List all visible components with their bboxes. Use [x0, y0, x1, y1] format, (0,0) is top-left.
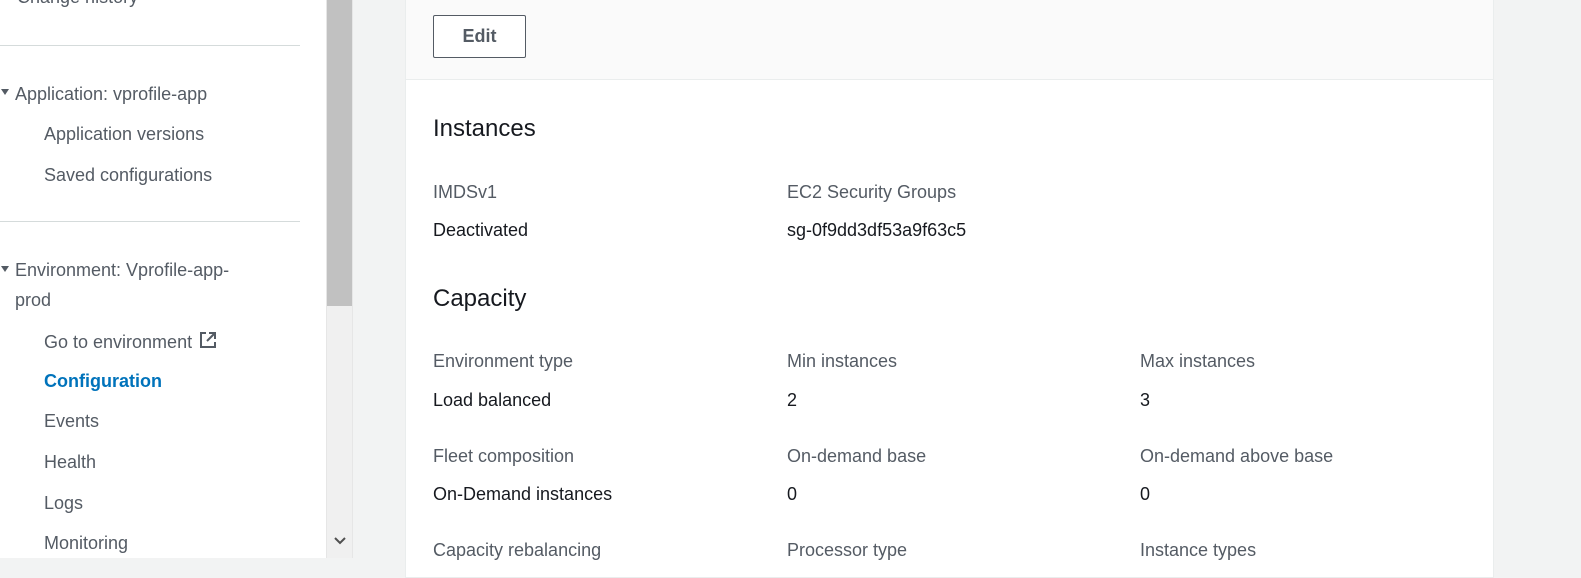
sidebar-item-change-history[interactable]: Change history [17, 0, 138, 8]
field-label-min-instances: Min instances [787, 351, 898, 371]
navigation-sidebar: Change history Application: vprofile-app… [0, 0, 326, 558]
field-label-on-demand-above-base: On-demand above base [1140, 446, 1334, 466]
sidebar-item-go-to-environment[interactable]: Go to environment [44, 330, 218, 355]
field-label-on-demand-base: On-demand base [787, 446, 927, 466]
chevron-down-icon[interactable] [334, 532, 346, 550]
sidebar-item-saved-configurations[interactable]: Saved configurations [44, 165, 212, 186]
field-value-ec2-security-groups: sg-0f9dd3df53a9f63c5 [787, 220, 967, 240]
sidebar-item-logs[interactable]: Logs [44, 493, 83, 514]
sidebar-section-environment-line2: prod [15, 290, 52, 310]
field-value-on-demand-above-base: 0 [1140, 484, 1151, 504]
field-label-environment-type: Environment type [433, 351, 574, 371]
sidebar-item-application-versions[interactable]: Application versions [44, 124, 204, 145]
edit-button[interactable]: Edit [433, 15, 526, 58]
sidebar-item-monitoring[interactable]: Monitoring [44, 533, 128, 554]
field-value-environment-type: Load balanced [433, 390, 552, 410]
field-label-ec2-security-groups: EC2 Security Groups [787, 182, 957, 202]
field-label-fleet-composition: Fleet composition [433, 446, 575, 466]
sidebar-item-health[interactable]: Health [44, 452, 96, 473]
caret-down-icon[interactable] [1, 89, 9, 95]
sidebar-scrollbar[interactable] [326, 0, 353, 558]
field-value-imdsv1: Deactivated [433, 220, 529, 240]
field-label-max-instances: Max instances [1140, 351, 1256, 371]
configuration-panel: Edit Instances IMDSv1 Deactivated EC2 Se… [405, 0, 1494, 578]
capacity-heading: Capacity [433, 285, 527, 312]
sidebar-item-configuration[interactable]: Configuration [44, 371, 162, 392]
sidebar-section-environment-line1: Environment: Vprofile-app- [15, 260, 230, 280]
caret-down-icon[interactable] [1, 266, 9, 272]
sidebar-divider [0, 45, 300, 46]
sidebar-section-application[interactable]: Application: vprofile-app [15, 79, 207, 109]
scrollbar-thumb[interactable] [327, 0, 352, 306]
instances-heading: Instances [433, 115, 536, 142]
panel-header-section: Edit [406, 0, 1493, 80]
sidebar-section-environment[interactable]: Environment: Vprofile-app- prod [15, 255, 229, 315]
sidebar-divider [0, 221, 300, 222]
field-value-min-instances: 2 [787, 390, 798, 410]
field-label-imdsv1: IMDSv1 [433, 182, 498, 202]
field-value-max-instances: 3 [1140, 390, 1151, 410]
go-to-environment-label: Go to environment [44, 332, 193, 352]
field-value-fleet-composition: On-Demand instances [433, 484, 613, 504]
field-value-on-demand-base: 0 [787, 484, 798, 504]
sidebar-item-events[interactable]: Events [44, 411, 99, 432]
external-link-icon [198, 330, 218, 355]
